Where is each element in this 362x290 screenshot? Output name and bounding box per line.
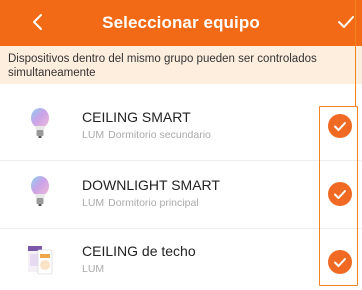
device-room: Dormitorio principal (108, 197, 199, 209)
device-item-downlight-smart[interactable]: DOWNLIGHT SMART LUM Dormitorio principal (0, 162, 362, 224)
back-arrow-icon[interactable] (28, 10, 48, 34)
group-info-banner: Dispositivos dentro del mismo grupo pued… (0, 46, 362, 84)
confirm-check-icon[interactable] (336, 12, 356, 32)
annotation-line (355, 0, 356, 106)
annotation-outline (319, 106, 358, 286)
smart-bulb-icon (31, 108, 49, 138)
device-subtitle: LUM (82, 263, 108, 275)
device-name: DOWNLIGHT SMART (82, 177, 220, 193)
smart-bulb-icon (31, 176, 49, 206)
list-divider (0, 160, 362, 161)
device-type: LUM (82, 197, 105, 209)
ceiling-light-box-icon (28, 246, 53, 275)
device-name: CEILING de techo (82, 243, 196, 259)
device-item-ceiling-de-techo[interactable]: CEILING de techo LUM (0, 228, 362, 290)
device-name: CEILING SMART (82, 109, 191, 125)
device-subtitle: LUM Dormitorio secundario (82, 129, 215, 141)
device-room: Dormitorio secundario (108, 129, 211, 141)
top-bar: Seleccionar equipo (0, 0, 362, 46)
device-subtitle: LUM Dormitorio principal (82, 197, 203, 209)
page-title: Seleccionar equipo (102, 13, 260, 32)
device-type: LUM (82, 263, 105, 275)
device-type: LUM (82, 129, 105, 141)
select-device-screen: Seleccionar equipo Dispositivos dentro d… (0, 0, 362, 290)
device-item-ceiling-smart[interactable]: CEILING SMART LUM Dormitorio secundario (0, 94, 362, 156)
